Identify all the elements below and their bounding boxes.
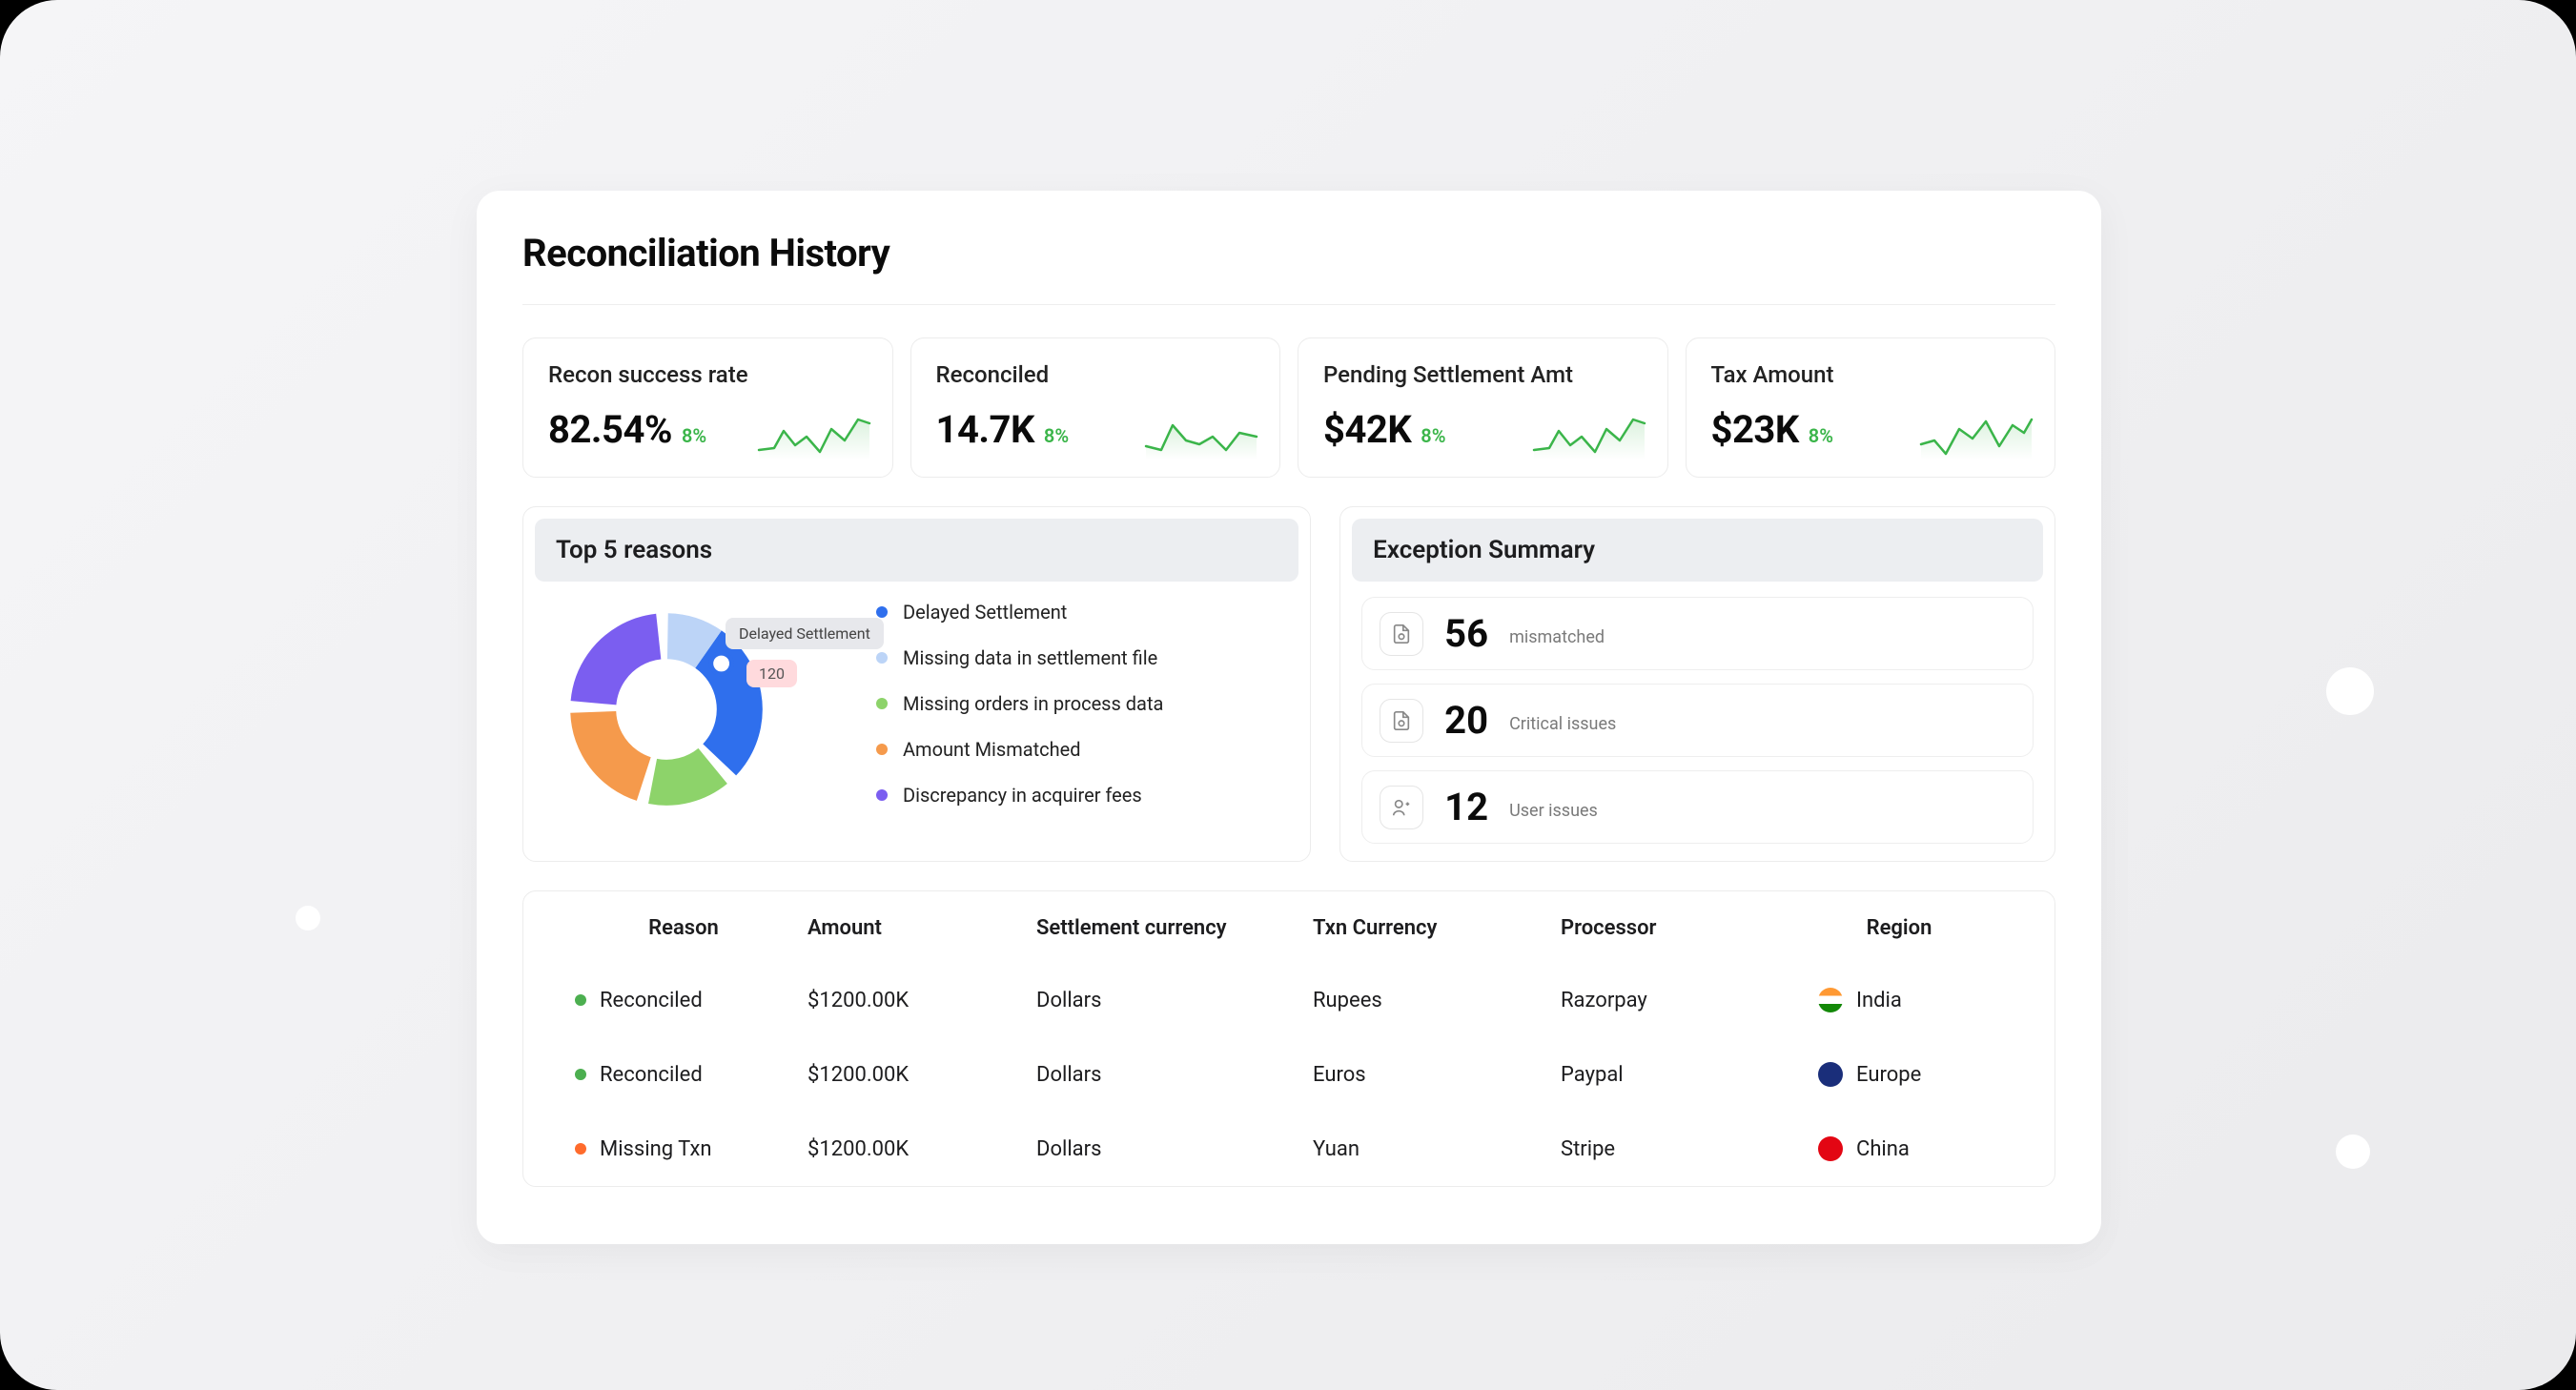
- exception-user[interactable]: 12 User issues: [1361, 770, 2034, 844]
- cell-txn: Yuan: [1313, 1137, 1561, 1161]
- metric-value: $23K: [1711, 407, 1799, 452]
- th-settlement-currency: Settlement currency: [1036, 916, 1313, 940]
- recon-table: Reason Amount Settlement currency Txn Cu…: [522, 890, 2055, 1187]
- legend-item[interactable]: Delayed Settlement: [876, 601, 1163, 623]
- cell-region: Europe: [1856, 1063, 1921, 1087]
- flag-china-icon: [1818, 1136, 1843, 1161]
- document-icon: [1380, 612, 1423, 656]
- table-row[interactable]: Missing Txn $1200.00K Dollars Yuan Strip…: [560, 1112, 2018, 1186]
- th-processor: Processor: [1561, 916, 1780, 940]
- metric-pending[interactable]: Pending Settlement Amt $42K 8%: [1298, 337, 1668, 478]
- metric-label: Pending Settlement Amt: [1323, 361, 1643, 388]
- exception-count: 56: [1444, 611, 1488, 656]
- exception-count: 12: [1444, 785, 1488, 829]
- cell-settle: Dollars: [1036, 1137, 1313, 1161]
- legend-label: Delayed Settlement: [903, 601, 1067, 623]
- metric-delta: 8%: [1044, 424, 1069, 447]
- cell-reason: Reconciled: [600, 989, 703, 1012]
- th-region: Region: [1780, 916, 2018, 940]
- th-txn-currency: Txn Currency: [1313, 916, 1561, 940]
- cell-processor: Razorpay: [1561, 989, 1780, 1012]
- table-row[interactable]: Reconciled $1200.00K Dollars Euros Paypa…: [560, 1037, 2018, 1112]
- metric-delta: 8%: [1421, 424, 1445, 447]
- cell-settle: Dollars: [1036, 1063, 1313, 1087]
- table-header: Reason Amount Settlement currency Txn Cu…: [560, 916, 2018, 963]
- status-dot-icon: [575, 1143, 586, 1155]
- metric-recon-success[interactable]: Recon success rate 82.54% 8%: [522, 337, 893, 478]
- cell-region: China: [1856, 1137, 1910, 1161]
- th-amount: Amount: [808, 916, 1036, 940]
- cell-amount: $1200.00K: [808, 1137, 1036, 1161]
- status-dot-icon: [575, 1069, 586, 1080]
- exception-label: mismatched: [1509, 627, 1605, 647]
- cell-processor: Paypal: [1561, 1063, 1780, 1087]
- sparkline-icon: [1144, 412, 1258, 460]
- status-dot-icon: [575, 994, 586, 1006]
- top5-title: Top 5 reasons: [535, 519, 1298, 582]
- exception-count: 20: [1444, 698, 1488, 743]
- sparkline-icon: [757, 412, 871, 460]
- exception-title: Exception Summary: [1352, 519, 2043, 582]
- cell-reason: Reconciled: [600, 1063, 703, 1087]
- flag-europe-icon: [1818, 1062, 1843, 1087]
- sparkline-icon: [1919, 412, 2034, 460]
- metric-tax[interactable]: Tax Amount $23K 8%: [1686, 337, 2056, 478]
- cell-processor: Stripe: [1561, 1137, 1780, 1161]
- user-icon: [1380, 786, 1423, 829]
- exception-panel: Exception Summary 56 mismatched 20 Criti…: [1339, 506, 2055, 862]
- cell-txn: Rupees: [1313, 989, 1561, 1012]
- cell-txn: Euros: [1313, 1063, 1561, 1087]
- metric-delta: 8%: [682, 424, 706, 447]
- legend-item[interactable]: Discrepancy in acquirer fees: [876, 784, 1163, 807]
- cell-settle: Dollars: [1036, 989, 1313, 1012]
- legend-item[interactable]: Missing orders in process data: [876, 692, 1163, 715]
- donut-tooltip-label: Delayed Settlement: [726, 618, 884, 649]
- legend-label: Missing orders in process data: [903, 692, 1163, 715]
- legend-label: Amount Mismatched: [903, 738, 1081, 761]
- metric-value: 82.54%: [548, 407, 672, 452]
- metric-label: Reconciled: [936, 361, 1256, 388]
- metric-value: $42K: [1323, 407, 1411, 452]
- cell-amount: $1200.00K: [808, 1063, 1036, 1087]
- flag-india-icon: [1818, 988, 1843, 1012]
- metrics-row: Recon success rate 82.54% 8% Reconciled …: [522, 337, 2055, 478]
- sparkline-icon: [1532, 412, 1646, 460]
- donut-tooltip-value: 120: [746, 660, 797, 687]
- reconciliation-card: Reconciliation History Recon success rat…: [477, 191, 2101, 1244]
- cell-region: India: [1856, 989, 1902, 1012]
- cell-reason: Missing Txn: [600, 1137, 712, 1161]
- exception-critical[interactable]: 20 Critical issues: [1361, 684, 2034, 757]
- document-icon: [1380, 699, 1423, 743]
- metric-value: 14.7K: [936, 407, 1034, 452]
- donut-legend: Delayed Settlement Missing data in settl…: [876, 595, 1163, 824]
- legend-label: Missing data in settlement file: [903, 646, 1157, 669]
- exception-label: Critical issues: [1509, 714, 1616, 734]
- legend-label: Discrepancy in acquirer fees: [903, 784, 1142, 807]
- exception-label: User issues: [1509, 801, 1598, 821]
- legend-item[interactable]: Amount Mismatched: [876, 738, 1163, 761]
- metric-delta: 8%: [1809, 424, 1833, 447]
- metric-label: Recon success rate: [548, 361, 868, 388]
- metric-reconciled[interactable]: Reconciled 14.7K 8%: [910, 337, 1281, 478]
- page-title: Reconciliation History: [522, 231, 2055, 276]
- metric-label: Tax Amount: [1711, 361, 2031, 388]
- th-reason: Reason: [560, 916, 808, 940]
- exception-mismatched[interactable]: 56 mismatched: [1361, 597, 2034, 670]
- cell-amount: $1200.00K: [808, 989, 1036, 1012]
- table-row[interactable]: Reconciled $1200.00K Dollars Rupees Razo…: [560, 963, 2018, 1037]
- legend-item[interactable]: Missing data in settlement file: [876, 646, 1163, 669]
- top5-panel: Top 5 reasons: [522, 506, 1311, 862]
